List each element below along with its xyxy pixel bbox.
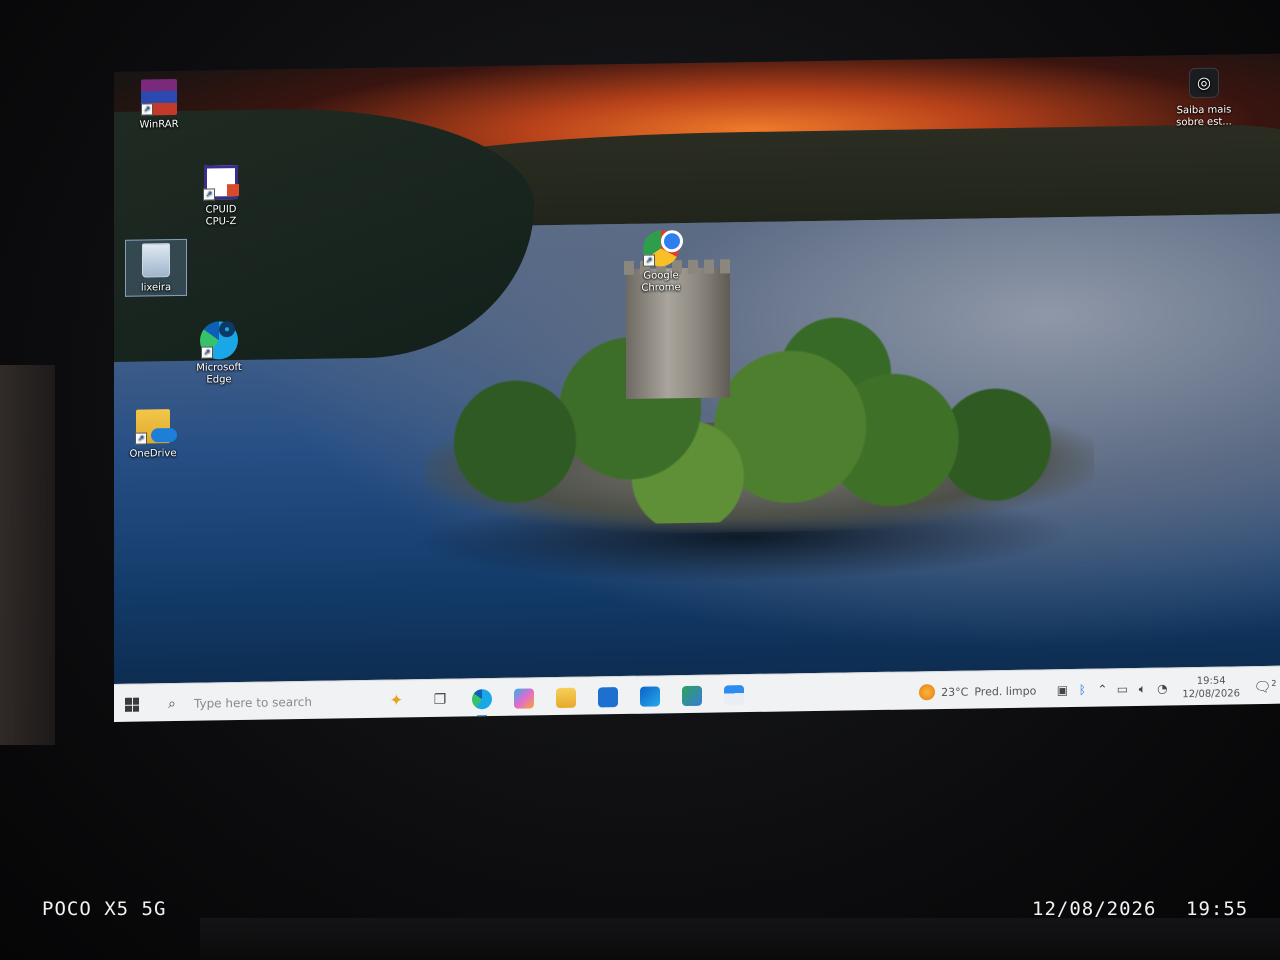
edge-icon bbox=[472, 689, 492, 710]
clock[interactable]: 19:54 12/08/2026 bbox=[1182, 674, 1240, 701]
notification-icon: 🗨︎ bbox=[1253, 679, 1272, 696]
search-placeholder: Type here to search bbox=[194, 694, 312, 711]
icon-label: WinRAR bbox=[139, 118, 179, 131]
taskbar-edge-button[interactable] bbox=[461, 679, 503, 720]
notification-center-button[interactable]: 🗨︎2 bbox=[1250, 678, 1280, 695]
show-hidden-icons-icon[interactable]: ⌃ bbox=[1092, 682, 1112, 696]
icon-label: Saiba mais sobre est... bbox=[1176, 104, 1232, 129]
search-highlight-icon: ✦ bbox=[389, 690, 403, 710]
desktop-icon-cpuz[interactable]: ↗ CPUID CPU-Z bbox=[186, 162, 256, 229]
task-view-button[interactable]: ❐ bbox=[419, 680, 461, 721]
icon-label: OneDrive bbox=[129, 448, 177, 460]
weather-widget[interactable]: 23°C Pred. limpo bbox=[919, 683, 1036, 701]
store-icon bbox=[598, 687, 618, 708]
windows-logo-icon bbox=[125, 697, 139, 712]
taskbar-store-button[interactable] bbox=[587, 677, 629, 718]
screen: ↗ WinRAR ↗ CPUID CPU-Z lixeira ↗ Microso… bbox=[114, 53, 1280, 723]
taskbar-outlook-button[interactable] bbox=[629, 676, 671, 717]
weather-temp: 23°C bbox=[941, 685, 969, 699]
desktop-icon-edge[interactable]: ↗ Microsoft Edge bbox=[184, 320, 254, 387]
keyboard-edge bbox=[200, 918, 1280, 960]
shortcut-arrow-icon: ↗ bbox=[201, 346, 213, 359]
battery-icon[interactable]: ▭ bbox=[1112, 682, 1132, 696]
icon-label: Microsoft Edge bbox=[196, 361, 242, 386]
icon-label: Google Chrome bbox=[641, 270, 681, 294]
shortcut-arrow-icon: ↗ bbox=[135, 432, 147, 445]
volume-icon[interactable]: 🔈︎ bbox=[1132, 681, 1152, 696]
shortcut-arrow-icon: ↗ bbox=[203, 188, 215, 201]
shortcut-arrow-icon: ↗ bbox=[643, 254, 655, 267]
photo-device-watermark: POCO X5 5G bbox=[42, 898, 167, 920]
network-icon[interactable]: ◔ bbox=[1152, 681, 1172, 695]
chrome-icon: ↗ bbox=[641, 228, 681, 269]
bluetooth-icon[interactable]: ᛒ bbox=[1072, 683, 1092, 697]
camera-icon: ◎ bbox=[1184, 63, 1224, 104]
recycle-bin-icon bbox=[136, 240, 176, 281]
calculator-icon bbox=[724, 685, 744, 706]
outlook-icon bbox=[640, 686, 660, 707]
onedrive-icon: ↗ bbox=[133, 406, 173, 447]
task-view-icon: ❐ bbox=[433, 691, 447, 708]
search-box[interactable]: ⌕ Type here to search ✦ bbox=[156, 684, 411, 720]
desktop-icon-chrome[interactable]: ↗ Google Chrome bbox=[626, 228, 696, 295]
desktop-icon-onedrive[interactable]: ↗ OneDrive bbox=[118, 406, 188, 461]
shortcut-arrow-icon: ↗ bbox=[141, 103, 153, 116]
cpuz-icon: ↗ bbox=[201, 162, 241, 203]
taskbar-news-button[interactable] bbox=[671, 676, 713, 717]
taskbar-calculator-button[interactable] bbox=[713, 675, 755, 716]
photo-date-watermark: 12/08/2026 bbox=[1032, 898, 1157, 920]
notification-count: 2 bbox=[1271, 678, 1277, 688]
desktop-icon-winrar[interactable]: ↗ WinRAR bbox=[124, 77, 194, 132]
icon-label: lixeira bbox=[140, 282, 172, 294]
clock-date: 12/08/2026 bbox=[1182, 688, 1240, 701]
weather-desc: Pred. limpo bbox=[974, 684, 1037, 698]
search-icon: ⌕ bbox=[168, 696, 176, 713]
clock-time: 19:54 bbox=[1196, 675, 1226, 687]
taskbar-copilot-button[interactable] bbox=[503, 678, 545, 719]
weather-sun-icon bbox=[919, 684, 936, 701]
background-light bbox=[0, 365, 55, 745]
icon-label: CPUID CPU-Z bbox=[205, 204, 237, 228]
start-button[interactable] bbox=[114, 684, 150, 722]
taskbar-file-explorer-button[interactable] bbox=[545, 678, 587, 719]
desktop-wallpaper bbox=[114, 53, 1280, 722]
news-icon bbox=[682, 685, 702, 707]
copilot-icon bbox=[514, 688, 534, 709]
winrar-icon: ↗ bbox=[139, 77, 179, 118]
edge-icon: ↗ bbox=[199, 320, 239, 361]
desktop-icon-recycle-bin[interactable]: lixeira bbox=[125, 238, 187, 297]
desktop-icon-learn-more[interactable]: ◎ Saiba mais sobre est... bbox=[1169, 62, 1239, 129]
tray-app-icon[interactable]: ▣ bbox=[1052, 683, 1072, 697]
photo-time-watermark: 19:55 bbox=[1186, 898, 1249, 920]
wallpaper-trees bbox=[419, 307, 1059, 528]
file-explorer-icon bbox=[556, 687, 576, 709]
